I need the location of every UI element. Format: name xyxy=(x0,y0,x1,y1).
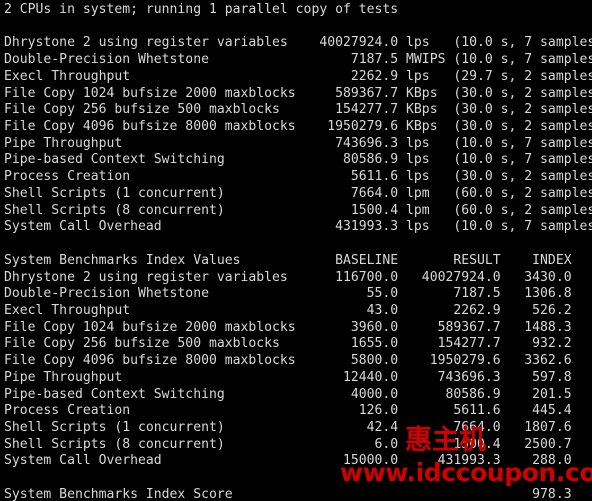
terminal-window: 2 CPUs in system; running 1 parallel cop… xyxy=(0,0,592,501)
terminal-output: 2 CPUs in system; running 1 parallel cop… xyxy=(4,2,592,501)
